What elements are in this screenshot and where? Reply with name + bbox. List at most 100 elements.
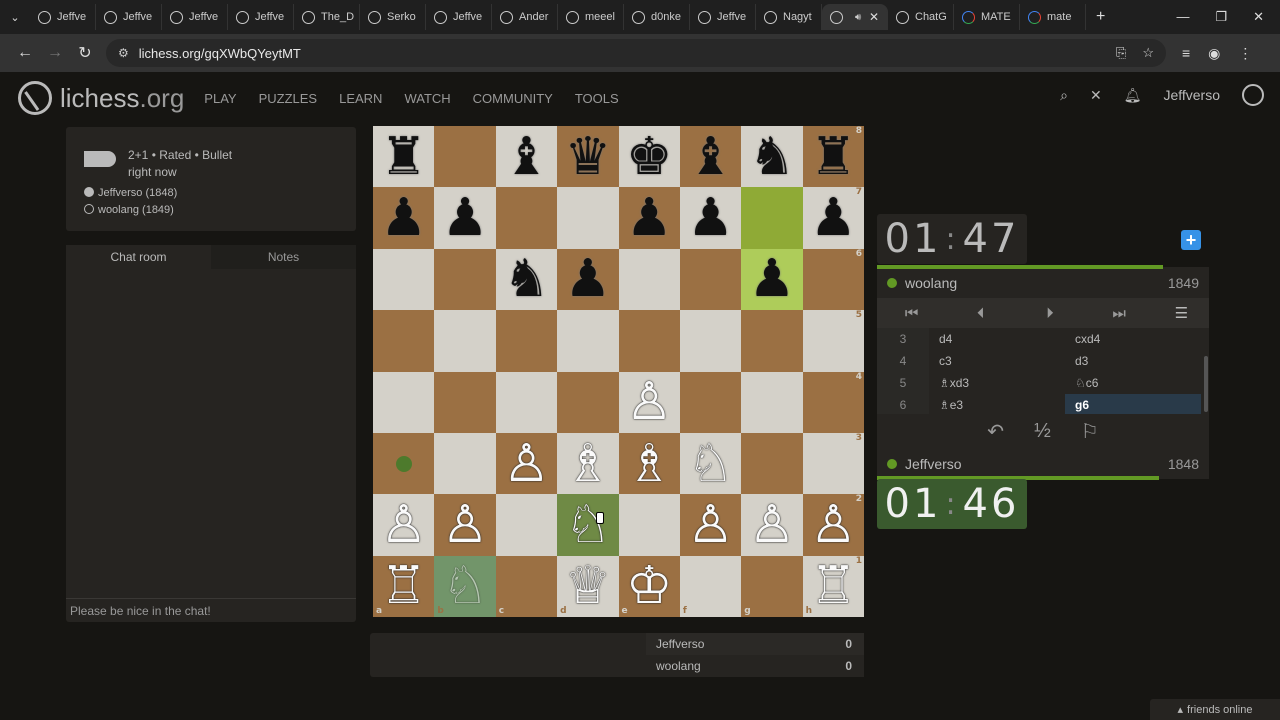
chess-piece[interactable]: ♟ bbox=[810, 192, 857, 244]
browser-tab[interactable]: The_D bbox=[294, 4, 360, 30]
square-d2[interactable]: ♘ bbox=[557, 494, 619, 556]
profile-icon[interactable]: ◉ bbox=[1208, 45, 1220, 62]
chess-piece[interactable]: ♙ bbox=[503, 438, 550, 490]
square-e6[interactable] bbox=[618, 248, 680, 311]
chess-piece[interactable]: ♟ bbox=[687, 192, 734, 244]
browser-tab[interactable]: Jeffve bbox=[162, 4, 228, 30]
browser-menu-icon[interactable]: ⋮ bbox=[1238, 45, 1252, 62]
nav-item-watch[interactable]: WATCH bbox=[404, 91, 450, 106]
square-a7[interactable]: ♟ bbox=[373, 187, 435, 249]
square-h4[interactable]: 4 bbox=[802, 371, 864, 433]
notification-bell-icon[interactable]: 🔔︎ bbox=[1124, 87, 1142, 104]
chess-piece[interactable]: ♛ bbox=[565, 131, 612, 183]
chess-piece[interactable]: ♘ bbox=[687, 438, 734, 490]
square-f1[interactable]: f bbox=[679, 555, 742, 617]
square-b8[interactable] bbox=[434, 126, 496, 188]
square-h1[interactable]: ♖ 1 h bbox=[802, 555, 864, 617]
chess-piece[interactable]: ♙ bbox=[810, 499, 857, 551]
tab-chat-room[interactable]: Chat room bbox=[66, 245, 211, 269]
square-d4[interactable] bbox=[557, 371, 619, 433]
browser-tab[interactable]: mate bbox=[1020, 4, 1086, 30]
chess-piece[interactable]: ♗ bbox=[565, 438, 612, 490]
square-b2[interactable]: ♙ bbox=[434, 494, 496, 556]
chess-piece[interactable]: ♖ bbox=[380, 560, 427, 612]
square-f3[interactable]: ♘ bbox=[679, 432, 742, 495]
chess-piece[interactable]: ♝ bbox=[687, 131, 734, 183]
resign-flag-icon[interactable]: ⚐ bbox=[1081, 419, 1099, 444]
square-g1[interactable]: g bbox=[741, 555, 803, 617]
square-d7[interactable] bbox=[557, 187, 619, 249]
audio-playing-icon[interactable]: 🔊︎ bbox=[855, 12, 861, 23]
chess-piece[interactable]: ♔ bbox=[626, 560, 673, 612]
black-move[interactable]: cxd4 bbox=[1065, 328, 1201, 350]
square-e1[interactable]: ♔ e bbox=[618, 555, 680, 617]
chess-piece[interactable]: ♟ bbox=[380, 192, 427, 244]
chess-piece[interactable]: ♕ bbox=[565, 560, 612, 612]
chess-piece[interactable]: ♟ bbox=[442, 192, 489, 244]
close-tab-icon[interactable]: ✕ bbox=[869, 10, 879, 24]
friends-online-button[interactable]: ▴ friends online bbox=[1150, 699, 1280, 720]
new-tab-button[interactable]: + bbox=[1096, 8, 1105, 26]
square-a5[interactable] bbox=[373, 310, 435, 372]
browser-tab[interactable]: MATE bbox=[954, 4, 1020, 30]
browser-tab[interactable]: Serko bbox=[360, 4, 426, 30]
chess-piece[interactable]: ♘ bbox=[565, 499, 612, 551]
white-move[interactable]: ♗xd3 bbox=[929, 372, 1065, 394]
next-move-icon[interactable]: ⏵ bbox=[1015, 305, 1084, 322]
square-f6[interactable] bbox=[679, 248, 742, 311]
black-move[interactable]: g6 bbox=[1065, 394, 1201, 414]
square-c4[interactable] bbox=[495, 371, 558, 433]
browser-tab[interactable]: Jeffve bbox=[228, 4, 294, 30]
square-e7[interactable]: ♟ bbox=[618, 187, 680, 249]
square-g7[interactable] bbox=[741, 187, 803, 249]
chess-piece[interactable]: ♞ bbox=[749, 131, 796, 183]
chess-board[interactable]: ♜ ♝ ♛ ♚ ♝ ♞ ♜ 8 ♟ ♟ ♟ ♟ ♟ 7 ♞ ♟ ♟ 6 5 ♙ 4 ♙ ♗ ♗ ♘ 3 ♙ ♙ ♘ ♙ ♙ ♙ 2 ♖ a ♘ b c ♕ d… bbox=[373, 126, 864, 617]
nav-item-play[interactable]: PLAY bbox=[204, 91, 236, 106]
browser-tab[interactable]: Nagyt bbox=[756, 4, 822, 30]
square-d3[interactable]: ♗ bbox=[557, 432, 619, 495]
lichess-logo-icon[interactable] bbox=[18, 81, 52, 115]
square-a2[interactable]: ♙ bbox=[373, 494, 435, 556]
square-a1[interactable]: ♖ a bbox=[373, 555, 435, 617]
square-g4[interactable] bbox=[741, 371, 803, 433]
move-destination-dot[interactable] bbox=[395, 455, 412, 472]
chess-piece[interactable]: ♞ bbox=[503, 253, 550, 305]
minimize-icon[interactable]: — bbox=[1176, 9, 1189, 25]
square-f8[interactable]: ♝ bbox=[679, 126, 742, 188]
challenge-swords-icon[interactable]: ✕ bbox=[1090, 87, 1102, 104]
nav-item-tools[interactable]: TOOLS bbox=[575, 91, 619, 106]
user-avatar-icon[interactable] bbox=[1242, 84, 1264, 106]
square-h8[interactable]: ♜ 8 bbox=[802, 126, 864, 188]
browser-tab[interactable]: Jeffve bbox=[96, 4, 162, 30]
opponent-name[interactable]: woolang bbox=[905, 275, 957, 291]
username-link[interactable]: Jeffverso bbox=[1163, 87, 1220, 103]
square-h2[interactable]: ♙ 2 bbox=[802, 494, 864, 556]
reload-icon[interactable]: ↻ bbox=[70, 43, 100, 63]
square-e4[interactable]: ♙ bbox=[618, 371, 680, 433]
nav-item-community[interactable]: COMMUNITY bbox=[473, 91, 553, 106]
square-h3[interactable]: 3 bbox=[802, 432, 864, 495]
black-player-line[interactable]: woolang (1849) bbox=[84, 202, 177, 219]
square-b4[interactable] bbox=[434, 371, 496, 433]
square-b3[interactable] bbox=[434, 432, 496, 495]
square-f2[interactable]: ♙ bbox=[679, 494, 742, 556]
browser-tab[interactable]: Jeffve bbox=[30, 4, 96, 30]
square-a3[interactable] bbox=[373, 432, 435, 495]
chess-piece[interactable]: ♙ bbox=[626, 376, 673, 428]
menu-hamburger-icon[interactable]: ☰ bbox=[1154, 304, 1209, 322]
square-f4[interactable] bbox=[679, 371, 742, 433]
url-field[interactable]: ⚙ lichess.org/gqXWbQYeytMT ⎘ ☆ bbox=[106, 39, 1166, 67]
move-list-scrollbar[interactable] bbox=[1204, 356, 1208, 412]
black-move[interactable]: d3 bbox=[1065, 350, 1201, 372]
square-g6[interactable]: ♟ bbox=[741, 248, 803, 311]
takeback-icon[interactable]: ↶ bbox=[987, 419, 1004, 444]
square-c8[interactable]: ♝ bbox=[495, 126, 558, 188]
square-d1[interactable]: ♕ d bbox=[557, 555, 619, 617]
square-g3[interactable] bbox=[741, 432, 803, 495]
bookmark-star-icon[interactable]: ☆ bbox=[1142, 45, 1154, 61]
square-e8[interactable]: ♚ bbox=[618, 126, 680, 188]
chess-piece[interactable]: ♘ bbox=[442, 560, 489, 612]
chess-piece[interactable]: ♟ bbox=[749, 253, 796, 305]
chess-piece[interactable]: ♙ bbox=[687, 499, 734, 551]
square-g2[interactable]: ♙ bbox=[741, 494, 803, 556]
